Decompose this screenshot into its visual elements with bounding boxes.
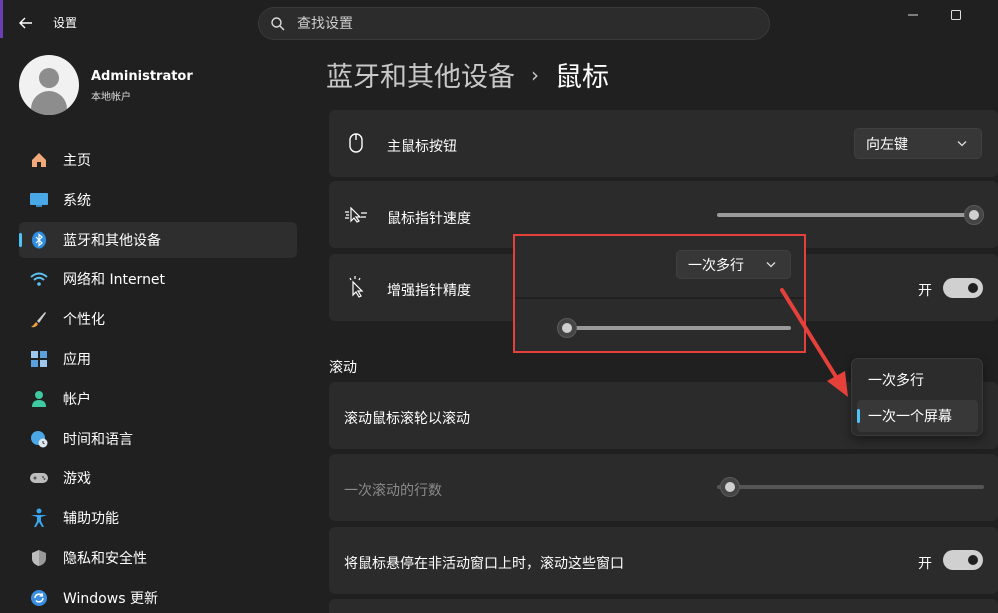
account-type: 本地帐户 [91, 92, 131, 103]
gamepad-icon [29, 468, 49, 488]
annotation-slider-thumb[interactable] [557, 318, 577, 338]
sidebar-item-label: 时间和语言 [63, 431, 133, 448]
breadcrumb: 蓝牙和其他设备 › 鼠标 [326, 55, 609, 94]
sidebar-item-system[interactable]: 系统 [19, 182, 297, 218]
chevron-down-icon [957, 138, 967, 149]
lines-to-scroll-label: 一次滚动的行数 [344, 483, 442, 499]
mouse-icon [345, 132, 367, 154]
setting-primary-button: 主鼠标按钮 向左键 [329, 110, 998, 177]
sidebar-item-label: 网络和 Internet [63, 272, 166, 289]
pointer-speed-track[interactable] [717, 213, 982, 217]
update-icon [29, 588, 49, 608]
primary-button-dropdown[interactable]: 向左键 [854, 128, 982, 159]
menu-item-one-screen[interactable]: 一次一个屏幕 [857, 400, 978, 432]
sidebar-item-label: 个性化 [63, 312, 105, 329]
pointer-speed-icon [345, 204, 367, 226]
minimize-button[interactable] [903, 6, 923, 24]
chevron-down-icon [766, 259, 776, 270]
sidebar-item-label: 帐户 [63, 391, 91, 408]
annotation-divider [515, 297, 804, 299]
sidebar-item-personalization[interactable]: 个性化 [19, 301, 297, 337]
sidebar-item-accounts[interactable]: 帐户 [19, 381, 297, 417]
globe-clock-icon [29, 429, 49, 449]
sidebar-item-bluetooth[interactable]: 蓝牙和其他设备 [19, 221, 297, 258]
pointer-speed-thumb[interactable] [964, 205, 984, 225]
home-icon [29, 150, 49, 170]
annotation-highlight-box: 一次多行 [513, 234, 806, 353]
inactive-scroll-state: 开 [918, 556, 932, 572]
lines-to-scroll-track[interactable] [717, 485, 984, 489]
sidebar-item-label: 蓝牙和其他设备 [63, 232, 161, 249]
shield-icon [29, 548, 49, 568]
primary-button-value: 向左键 [866, 136, 908, 153]
back-arrow-icon [19, 17, 32, 29]
search-box[interactable] [258, 7, 770, 40]
wifi-icon [29, 269, 49, 289]
setting-next-card [329, 599, 998, 613]
enhance-precision-label: 增强指针精度 [387, 283, 471, 299]
brush-icon [29, 309, 49, 329]
scroll-section-title: 滚动 [329, 360, 357, 376]
apps-icon [29, 349, 49, 369]
inactive-scroll-toggle[interactable] [943, 550, 983, 570]
sidebar-item-label: 游戏 [63, 471, 91, 488]
wheel-scroll-label: 滚动鼠标滚轮以滚动 [344, 411, 470, 427]
sidebar-item-label: 系统 [63, 192, 91, 209]
sidebar-item-network[interactable]: 网络和 Internet [19, 261, 297, 297]
sidebar-item-windows-update[interactable]: Windows 更新 [19, 580, 297, 613]
pointer-speed-label: 鼠标指针速度 [387, 211, 471, 227]
search-icon [271, 16, 285, 30]
back-button[interactable] [14, 12, 38, 34]
account-icon [29, 389, 49, 409]
sidebar-item-accessibility[interactable]: 辅助功能 [19, 500, 297, 536]
annotation-dropdown-value: 一次多行 [688, 257, 744, 274]
monitor-icon [29, 190, 49, 210]
sidebar-item-label: 主页 [63, 153, 91, 169]
breadcrumb-separator: › [531, 62, 539, 87]
inactive-scroll-label: 将鼠标悬停在非活动窗口上时，滚动这些窗口 [344, 556, 624, 572]
breadcrumb-parent[interactable]: 蓝牙和其他设备 [326, 55, 515, 94]
setting-inactive-scroll: 将鼠标悬停在非活动窗口上时，滚动这些窗口 开 [329, 527, 998, 594]
maximize-icon [951, 10, 961, 20]
avatar[interactable] [19, 55, 79, 115]
lines-to-scroll-thumb[interactable] [720, 477, 740, 497]
app-title: 设置 [53, 16, 78, 30]
annotation-slider-track[interactable] [559, 326, 791, 330]
annotation-dropdown[interactable]: 一次多行 [676, 250, 791, 279]
sidebar-item-privacy[interactable]: 隐私和安全性 [19, 540, 297, 576]
sidebar-item-gaming[interactable]: 游戏 [19, 460, 297, 496]
enhance-precision-toggle[interactable] [943, 278, 983, 298]
scroll-options-menu: 一次多行 一次一个屏幕 [851, 358, 983, 436]
sidebar-item-label: 应用 [63, 351, 91, 368]
title-bar: 设置 [0, 0, 998, 44]
enhance-precision-state: 开 [918, 283, 932, 299]
sidebar-item-apps[interactable]: 应用 [19, 341, 297, 377]
menu-item-multiple-lines[interactable]: 一次多行 [857, 364, 978, 396]
sidebar-item-home[interactable]: 主页 [19, 142, 297, 178]
primary-button-label: 主鼠标按钮 [387, 139, 457, 155]
pointer-precision-icon [345, 276, 367, 298]
sidebar-nav: 主页 系统 蓝牙和其他设备 网络和 Internet 个性化 应用 帐户 时间和… [19, 142, 297, 613]
accessibility-icon [29, 508, 49, 528]
sidebar-item-time-language[interactable]: 时间和语言 [19, 421, 297, 457]
page-title: 鼠标 [555, 62, 609, 93]
user-name: Administrator [91, 69, 193, 84]
minimize-icon [908, 14, 918, 16]
sidebar-item-label: 辅助功能 [63, 511, 119, 528]
setting-lines-to-scroll: 一次滚动的行数 [329, 454, 998, 521]
sidebar-item-label: 隐私和安全性 [63, 550, 147, 567]
maximize-button[interactable] [946, 6, 966, 24]
bluetooth-icon [29, 230, 49, 250]
sidebar-item-label: Windows 更新 [63, 590, 158, 607]
search-input[interactable] [297, 15, 737, 32]
